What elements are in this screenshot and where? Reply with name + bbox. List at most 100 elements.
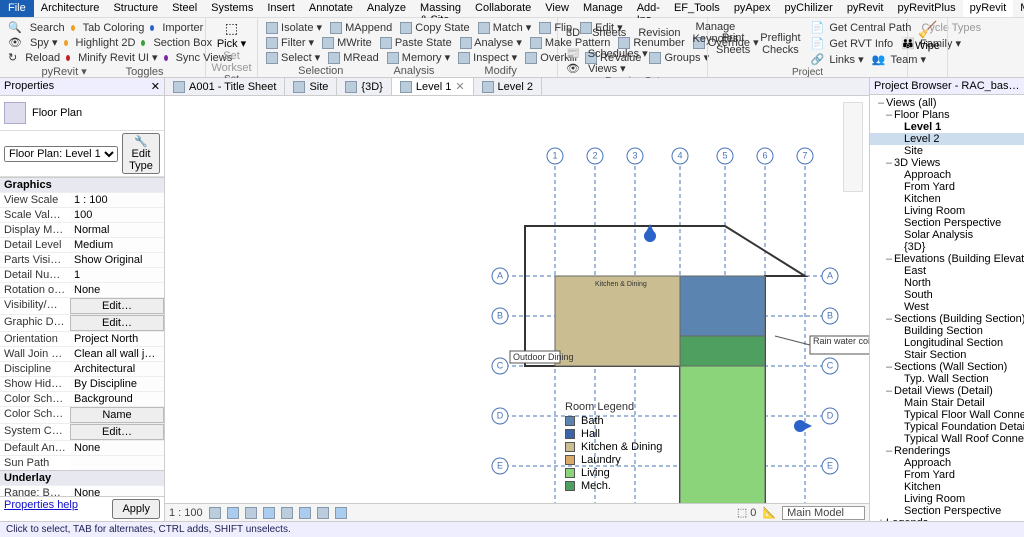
tree-node[interactable]: Building Section: [870, 325, 1024, 337]
tree-node[interactable]: North: [870, 277, 1024, 289]
tree-node[interactable]: –Sections (Building Section): [870, 313, 1024, 325]
prop-row[interactable]: Parts VisibilityShow Original: [0, 252, 164, 267]
menu-modify[interactable]: Modify: [1013, 0, 1024, 17]
memory--btn[interactable]: Memory ▾: [385, 50, 452, 65]
tree-node[interactable]: Living Room: [870, 205, 1024, 217]
prop-row[interactable]: Detail LevelMedium: [0, 237, 164, 252]
sheets-btn[interactable]: Sheets: [590, 26, 628, 40]
menu-architecture[interactable]: Architecture: [34, 0, 107, 17]
spy-btn[interactable]: Spy ▾: [28, 35, 60, 50]
menu-ef-tools[interactable]: EF_Tools: [667, 0, 727, 17]
tree-node[interactable]: Kitchen: [870, 193, 1024, 205]
tree-node[interactable]: Typ. Wall Section: [870, 373, 1024, 385]
links-btn[interactable]: Links ▾: [827, 53, 865, 67]
tree-node[interactable]: South: [870, 289, 1024, 301]
inspect--btn[interactable]: Inspect ▾: [456, 50, 519, 65]
menu-pychilizer[interactable]: pyChilizer: [778, 0, 840, 17]
menu-steel[interactable]: Steel: [165, 0, 204, 17]
revision-btn[interactable]: Revision: [636, 26, 682, 40]
scale-display[interactable]: 1 : 100: [169, 507, 203, 519]
tree-node[interactable]: Main Stair Detail: [870, 397, 1024, 409]
isolate--btn[interactable]: Isolate ▾: [264, 20, 324, 35]
rvtinfo-btn[interactable]: Get RVT Info: [827, 37, 895, 51]
views-btn[interactable]: Views ▾: [586, 61, 628, 76]
tree-node[interactable]: –Sections (Wall Section): [870, 361, 1024, 373]
wipe-btn[interactable]: Wipe: [915, 40, 940, 52]
prop-row[interactable]: Wall Join DisplayClean all wall joins: [0, 346, 164, 361]
tree-node[interactable]: Level 1: [870, 121, 1024, 133]
menu-add-ins[interactable]: Add-Ins: [630, 0, 667, 17]
menu-systems[interactable]: Systems: [204, 0, 260, 17]
preflight-btn[interactable]: Preflight Checks: [758, 31, 802, 57]
tree-node[interactable]: Approach: [870, 169, 1024, 181]
tree-node[interactable]: {3D}: [870, 241, 1024, 253]
hide-icon[interactable]: [317, 507, 329, 519]
apply-btn[interactable]: Apply: [112, 499, 160, 519]
menu-pyrevit[interactable]: pyRevit: [963, 0, 1014, 17]
workset-display[interactable]: Main Model: [782, 506, 865, 520]
tree-node[interactable]: Solar Analysis: [870, 229, 1024, 241]
tree-node[interactable]: Site: [870, 145, 1024, 157]
tree-node[interactable]: –3D Views: [870, 157, 1024, 169]
tree-node[interactable]: Section Perspective: [870, 217, 1024, 229]
prop-row[interactable]: Show Hidden LinesBy Discipline: [0, 376, 164, 391]
reload-btn[interactable]: Reload: [23, 51, 62, 65]
match--btn[interactable]: Match ▾: [476, 20, 534, 35]
menu-file[interactable]: File: [0, 0, 34, 17]
view-control-bar[interactable]: 1 : 100 ⬚ 0📐 Main Model: [165, 503, 869, 521]
menu-collaborate[interactable]: Collaborate: [468, 0, 538, 17]
minify-btn[interactable]: Minify Revit UI ▾: [76, 50, 159, 65]
prop-row[interactable]: Display ModelNormal: [0, 222, 164, 237]
prop-row[interactable]: Graphic Display OptionsEdit…: [0, 314, 164, 331]
setworkset-btn[interactable]: Set Workset: [211, 50, 251, 74]
group-graphics[interactable]: Graphics: [0, 177, 164, 192]
tab-level-1[interactable]: Level 1✕: [392, 78, 474, 95]
group-underlay[interactable]: Underlay: [0, 470, 164, 485]
tree-node[interactable]: –Elevations (Building Elevation): [870, 253, 1024, 265]
tree-node[interactable]: Level 2: [870, 133, 1024, 145]
prop-row[interactable]: Rotation on SheetNone: [0, 282, 164, 297]
tree-node[interactable]: –Detail Views (Detail): [870, 385, 1024, 397]
tree-node[interactable]: Typical Floor Wall Connection: [870, 409, 1024, 421]
menu-pyrevit[interactable]: pyRevit: [840, 0, 891, 17]
prop-row[interactable]: Visibility/Graphics Over…Edit…: [0, 297, 164, 314]
importer-btn[interactable]: Importer: [160, 21, 205, 35]
tree-node[interactable]: Longitudinal Section: [870, 337, 1024, 349]
visual-style-icon[interactable]: [227, 507, 239, 519]
instance-select[interactable]: Floor Plan: Level 1: [4, 146, 118, 162]
menu-view[interactable]: View: [538, 0, 576, 17]
tree-node[interactable]: Living Room: [870, 493, 1024, 505]
tree-node[interactable]: Typical Foundation Detail: [870, 421, 1024, 433]
schedules-btn[interactable]: Schedules ▾: [586, 46, 650, 61]
menu-analyze[interactable]: Analyze: [360, 0, 413, 17]
tree-node[interactable]: –Views (all): [870, 97, 1024, 109]
prop-row[interactable]: Default Analysis Displa…None: [0, 440, 164, 455]
menu-massing-site[interactable]: Massing & Site: [413, 0, 468, 17]
tree-node[interactable]: From Yard: [870, 181, 1024, 193]
menu-pyrevitplus[interactable]: pyRevitPlus: [891, 0, 963, 17]
prop-row[interactable]: DisciplineArchitectural: [0, 361, 164, 376]
pick-btn[interactable]: Pick ▾: [217, 37, 246, 50]
tree-node[interactable]: Section Perspective: [870, 505, 1024, 517]
centralpath-btn[interactable]: Get Central Path: [827, 21, 913, 35]
drawing-canvas[interactable]: 11223344556677 AABBCCDDEEFF Deck Outdoor…: [165, 96, 869, 503]
menu-annotate[interactable]: Annotate: [302, 0, 360, 17]
prop-row[interactable]: System Color SchemesEdit…: [0, 423, 164, 440]
shadows-icon[interactable]: [263, 507, 275, 519]
hl2d-btn[interactable]: Highlight 2D: [74, 36, 138, 50]
prop-row[interactable]: View Scale1 : 100: [0, 192, 164, 207]
prop-row[interactable]: Sun Path: [0, 455, 164, 470]
sectionbox-btn[interactable]: Section Box: [151, 36, 214, 50]
tree-node[interactable]: Approach: [870, 457, 1024, 469]
prop-row[interactable]: Range: Base LevelNone: [0, 485, 164, 496]
tree-node[interactable]: Kitchen: [870, 481, 1024, 493]
prop-row[interactable]: Color SchemeName: [0, 406, 164, 423]
reveal-icon[interactable]: [335, 507, 347, 519]
menu-manage[interactable]: Manage: [576, 0, 630, 17]
crop-icon[interactable]: [281, 507, 293, 519]
filter--btn[interactable]: Filter ▾: [264, 35, 316, 50]
copy-state-btn[interactable]: Copy State: [398, 21, 471, 35]
tabcolor-btn[interactable]: Tab Coloring: [81, 21, 147, 35]
3d-btn[interactable]: 3D: [564, 26, 582, 40]
menu-pyapex[interactable]: pyApex: [727, 0, 778, 17]
